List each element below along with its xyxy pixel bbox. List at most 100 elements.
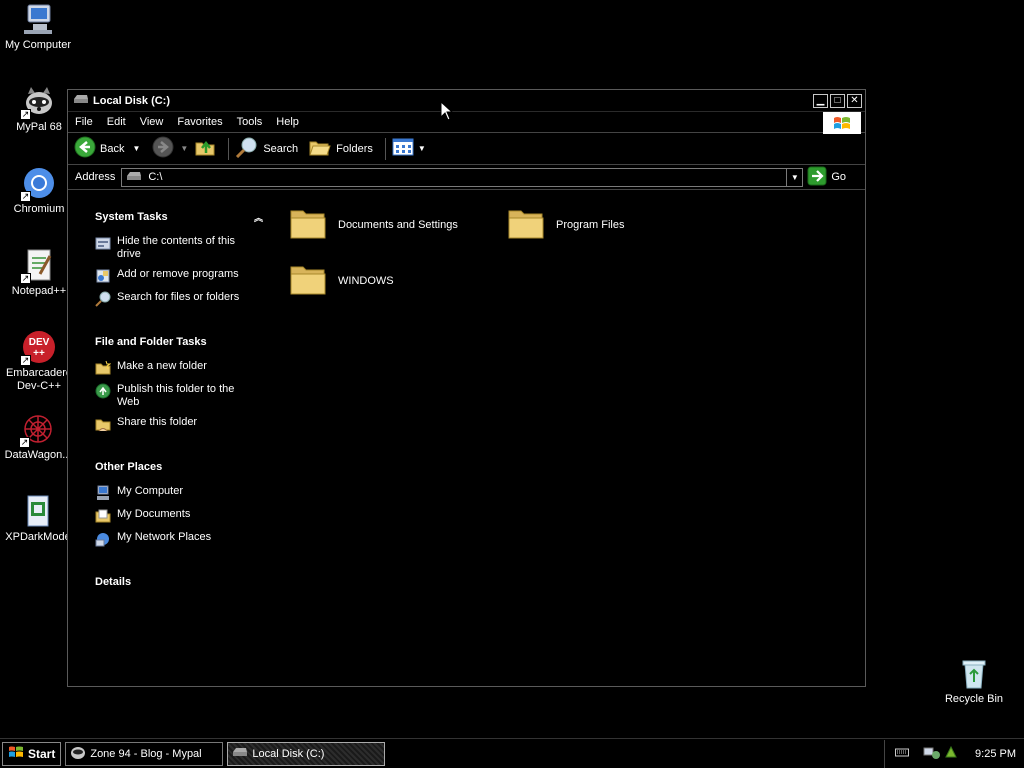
window-title: Local Disk (C:) bbox=[93, 94, 171, 107]
windows-logo-icon bbox=[823, 112, 861, 134]
file-folder-tasks-header[interactable]: File and Folder Tasks bbox=[95, 334, 265, 350]
desktop-icon-recycle-bin[interactable]: Recycle Bin bbox=[936, 656, 1012, 706]
menu-help[interactable]: Help bbox=[269, 116, 306, 128]
taskbar-clock[interactable]: 9:25 PM bbox=[975, 748, 1016, 760]
menu-file[interactable]: File bbox=[68, 116, 100, 128]
desktop-icon-devcpp[interactable]: DEV ++ ↗ Embarcadero Dev-C++ bbox=[1, 330, 77, 393]
maximize-button[interactable]: □ bbox=[830, 93, 845, 108]
publish-web-icon bbox=[95, 383, 111, 399]
window-content: System Tasks ︽ Hide the contents of this… bbox=[68, 193, 865, 686]
system-tasks-header[interactable]: System Tasks ︽ bbox=[95, 209, 265, 225]
explorer-window[interactable]: Local Disk (C:) ▁ □ ✕ File Edit View Fav… bbox=[67, 89, 866, 687]
views-button[interactable]: ▼ bbox=[392, 137, 426, 160]
up-folder-button[interactable] bbox=[194, 136, 216, 161]
back-dropdown-icon[interactable]: ▼ bbox=[132, 144, 140, 153]
start-label: Start bbox=[28, 746, 56, 761]
windows-logo-icon bbox=[8, 745, 24, 762]
share-folder-icon bbox=[95, 416, 111, 432]
forward-dropdown-icon[interactable]: ▼ bbox=[180, 144, 188, 153]
menu-view[interactable]: View bbox=[133, 116, 171, 128]
drive-icon bbox=[126, 170, 142, 185]
back-arrow-icon bbox=[74, 136, 96, 161]
desktop-icon-my-computer[interactable]: My Computer bbox=[0, 2, 76, 52]
recycle-bin-icon bbox=[957, 656, 991, 690]
task-label: Search for files or folders bbox=[117, 291, 240, 303]
system-tasks-list: Hide the contents of this drive Add or r… bbox=[95, 235, 265, 307]
safely-remove-hardware-icon[interactable] bbox=[943, 744, 959, 763]
desktop-icon-chromium[interactable]: ↗ Chromium bbox=[1, 166, 77, 216]
network-status-icon[interactable] bbox=[923, 744, 941, 763]
forward-button[interactable]: ▼ bbox=[152, 136, 188, 161]
desktop-icon-mypal[interactable]: ↗ MyPal 68 bbox=[1, 84, 77, 134]
place-my-documents[interactable]: My Documents bbox=[95, 508, 265, 524]
task-publish-to-web[interactable]: Publish this folder to the Web bbox=[95, 383, 265, 409]
folder-windows[interactable]: WINDOWS bbox=[289, 261, 499, 300]
close-button[interactable]: ✕ bbox=[847, 93, 862, 108]
minimize-button[interactable]: ▁ bbox=[813, 93, 828, 108]
other-places-list: My Computer My Documents My Network Plac… bbox=[95, 485, 265, 547]
folders-icon bbox=[308, 136, 332, 161]
desktop-icon-datawagon[interactable]: ↗ DataWagon... bbox=[0, 412, 76, 462]
svg-text:DEV: DEV bbox=[29, 337, 50, 348]
taskbar-button-local-disk[interactable]: Local Disk (C:) bbox=[227, 741, 386, 766]
folders-button[interactable]: Folders bbox=[308, 136, 373, 161]
desktop-icon-label: MyPal 68 bbox=[16, 121, 62, 133]
folder-program-files[interactable]: Program Files bbox=[507, 205, 717, 244]
other-places-header[interactable]: Other Places bbox=[95, 459, 265, 475]
other-places-title: Other Places bbox=[95, 461, 163, 473]
folder-label: Documents and Settings bbox=[338, 218, 458, 231]
task-label: Add or remove programs bbox=[117, 268, 239, 280]
toolbar-separator bbox=[228, 137, 230, 160]
task-share-folder[interactable]: Share this folder bbox=[95, 416, 265, 432]
search-icon bbox=[95, 291, 111, 307]
task-hide-drive-contents[interactable]: Hide the contents of this drive bbox=[95, 235, 265, 261]
place-my-computer[interactable]: My Computer bbox=[95, 485, 265, 501]
xpdarkmode-icon bbox=[21, 494, 55, 528]
desktop-icon-notepadpp[interactable]: ↗ Notepad++ bbox=[1, 248, 77, 298]
back-button[interactable]: Back ▼ bbox=[74, 136, 140, 161]
search-icon bbox=[235, 136, 259, 161]
menu-edit[interactable]: Edit bbox=[100, 116, 133, 128]
start-button[interactable]: Start bbox=[2, 741, 62, 766]
menu-favorites[interactable]: Favorites bbox=[170, 116, 229, 128]
address-value: C:\ bbox=[148, 171, 163, 183]
address-field[interactable]: C:\ ▼ bbox=[121, 167, 804, 187]
shortcut-arrow-icon: ↗ bbox=[19, 437, 30, 448]
desktop-icon-label: Embarcadero bbox=[5, 367, 73, 379]
address-dropdown-button[interactable]: ▼ bbox=[786, 168, 802, 186]
taskbar-button-label: Local Disk (C:) bbox=[252, 747, 325, 760]
keyboard-icon[interactable] bbox=[895, 747, 910, 760]
chevron-down-icon: ▼ bbox=[790, 172, 799, 182]
drive-icon bbox=[232, 746, 248, 761]
task-label: Share this folder bbox=[117, 416, 198, 428]
details-header[interactable]: Details bbox=[95, 574, 265, 590]
collapse-chevron-icon[interactable]: ︽ bbox=[254, 211, 263, 224]
file-folder-tasks-list: Make a new folder Publish this folder to… bbox=[95, 360, 265, 432]
my-documents-icon bbox=[95, 508, 111, 524]
folder-documents-and-settings[interactable]: Documents and Settings bbox=[289, 205, 499, 244]
taskbar-button-mypal[interactable]: Zone 94 - Blog - Mypal bbox=[65, 741, 224, 766]
desktop-icon-label-line2: Dev-C++ bbox=[16, 380, 62, 392]
dev-cpp-icon: DEV ++ ↗ bbox=[20, 330, 56, 366]
hide-contents-icon bbox=[95, 235, 111, 251]
place-my-network-places[interactable]: My Network Places bbox=[95, 531, 265, 547]
folders-label: Folders bbox=[336, 142, 373, 155]
go-button[interactable]: Go bbox=[807, 166, 846, 189]
new-folder-icon bbox=[95, 360, 112, 376]
task-search-files[interactable]: Search for files or folders bbox=[95, 291, 265, 307]
shortcut-arrow-icon: ↗ bbox=[20, 191, 31, 202]
search-button[interactable]: Search bbox=[235, 136, 298, 161]
system-tasks-title: System Tasks bbox=[95, 211, 168, 223]
title-bar[interactable]: Local Disk (C:) ▁ □ ✕ bbox=[68, 90, 865, 111]
desktop-icon-xpdarkmode[interactable]: XPDarkMode bbox=[0, 494, 76, 544]
file-folder-tasks-title: File and Folder Tasks bbox=[95, 336, 207, 348]
views-dropdown-icon: ▼ bbox=[417, 144, 426, 153]
address-bar: Address C:\ ▼ Go bbox=[68, 165, 865, 190]
network-places-icon bbox=[95, 531, 111, 547]
menu-bar: File Edit View Favorites Tools Help bbox=[68, 111, 865, 134]
task-make-new-folder[interactable]: Make a new folder bbox=[95, 360, 265, 376]
add-remove-programs-icon bbox=[95, 268, 111, 284]
task-add-remove-programs[interactable]: Add or remove programs bbox=[95, 268, 265, 284]
address-label: Address bbox=[75, 171, 116, 183]
menu-tools[interactable]: Tools bbox=[230, 116, 270, 128]
